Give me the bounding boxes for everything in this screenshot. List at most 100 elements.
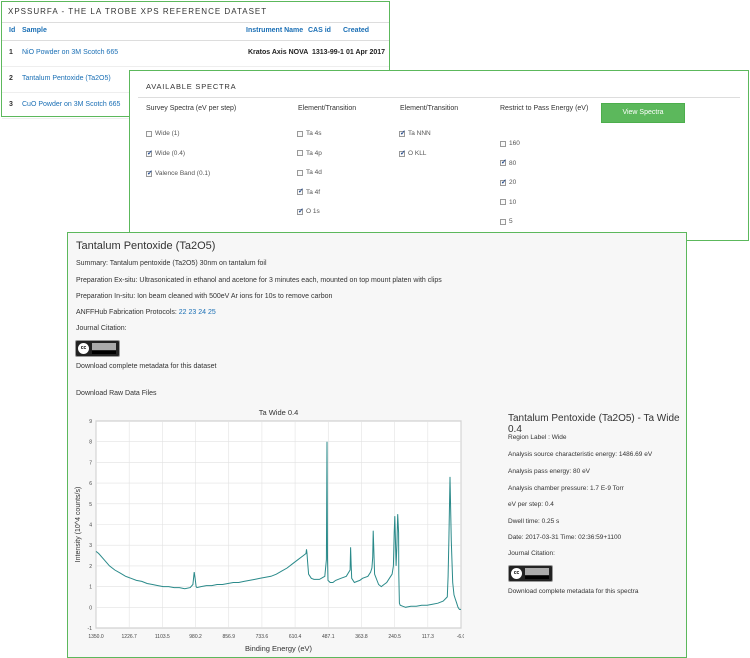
option-label: O KLL — [408, 150, 427, 157]
element-option[interactable]: O 1s — [297, 207, 320, 215]
pass-energy-option[interactable]: 10 — [500, 199, 516, 206]
protocol-link-25[interactable]: 25 — [208, 309, 216, 316]
y-tick-label: 5 — [89, 502, 92, 508]
prep-in-situ: Preparation In-situ: Ion beam cleaned wi… — [76, 293, 333, 300]
cc-icon: cc — [511, 568, 522, 579]
survey-option[interactable]: Valence Band (0.1) — [146, 169, 211, 177]
pass-energy-option[interactable]: 5 — [500, 218, 513, 225]
checkbox[interactable] — [297, 130, 303, 137]
element-option[interactable]: Ta 4f — [297, 187, 320, 196]
element-option[interactable]: Ta 4d — [297, 169, 322, 176]
cc-license-badge[interactable]: cc — [75, 340, 120, 357]
option-label: 20 — [509, 179, 517, 186]
option-label: Ta NNN — [408, 130, 431, 137]
option-label: 80 — [509, 159, 517, 167]
x-tick-label: 363.8 — [355, 634, 368, 640]
y-tick-label: 9 — [89, 419, 92, 425]
x-tick-label: 240.5 — [388, 634, 401, 640]
y-tick-label: 0 — [89, 605, 92, 611]
option-label: 160 — [509, 140, 520, 147]
option-label: Ta 4p — [306, 149, 322, 157]
element-option[interactable]: Ta 4s — [297, 130, 322, 137]
created-date: 01 Apr 2017 — [346, 49, 386, 56]
x-tick-label: 856.9 — [222, 634, 235, 640]
y-tick-label: 8 — [89, 440, 92, 446]
prep-ex-situ: Preparation Ex-situ: Ultrasonicated in e… — [76, 277, 442, 284]
col-id[interactable]: Id — [9, 27, 15, 34]
checkbox[interactable] — [500, 178, 507, 186]
element-option[interactable]: O KLL — [399, 149, 427, 157]
option-label: Ta 4d — [306, 169, 322, 176]
cc-icon: cc — [78, 343, 89, 354]
col-sample[interactable]: Sample — [22, 27, 47, 34]
spectrum-chart[interactable]: -1 0 1 2 3 4 5 6 7 8 9 1350.0 1226.7 1103.5 980.2 856.9… — [72, 409, 464, 657]
protocol-link-22[interactable]: 22 — [179, 309, 187, 316]
element-column-header-2: Element/Transition — [400, 105, 459, 112]
protocol-link-23[interactable]: 23 — [188, 309, 196, 316]
x-tick-label: 980.2 — [189, 634, 202, 640]
divider — [138, 97, 740, 98]
checkbox[interactable] — [146, 149, 153, 157]
option-label: Valence Band (0.1) — [155, 170, 211, 177]
option-label: O 1s — [306, 208, 320, 215]
download-metadata-link[interactable]: Download complete metadata for this data… — [76, 363, 216, 370]
pass-energy-option[interactable]: 20 — [500, 178, 517, 186]
checkbox[interactable] — [297, 207, 304, 215]
x-tick-label: -6.0 — [457, 634, 464, 640]
checkbox[interactable] — [500, 140, 506, 147]
sample-link[interactable]: CuO Powder on 3M Scotch 665 — [22, 101, 120, 108]
chart-title: Ta Wide 0.4 — [259, 409, 299, 417]
download-raw-link[interactable]: Download Raw Data Files — [76, 390, 157, 397]
checkbox[interactable] — [146, 169, 153, 177]
col-instrument[interactable]: Instrument Name — [246, 27, 303, 34]
pass-energy-option[interactable]: 160 — [500, 140, 520, 147]
table-header: Id Sample Instrument Name CAS id Created — [2, 23, 389, 41]
row-id: 2 — [9, 75, 13, 82]
journal-citation-label: Journal Citation: — [76, 325, 127, 332]
x-tick-label: 1226.7 — [122, 634, 138, 640]
checkbox[interactable] — [399, 129, 406, 137]
checkbox[interactable] — [146, 130, 152, 137]
survey-column-header: Survey Spectra (eV per step) — [146, 105, 237, 112]
checkbox[interactable] — [297, 169, 303, 176]
anff-protocols: ANFFHub Fabrication Protocols: 22 23 24 … — [76, 309, 216, 316]
view-spectra-button[interactable]: View Spectra — [601, 103, 685, 123]
checkbox[interactable] — [297, 187, 304, 195]
y-tick-label: 1 — [89, 585, 92, 591]
option-label: Wide (1) — [155, 130, 180, 137]
x-tick-label: 117.3 — [422, 634, 434, 640]
spectrum-title: Tantalum Pentoxide (Ta2O5) - Ta Wide 0.4 — [508, 413, 680, 435]
element-option[interactable]: Ta 4p — [297, 150, 322, 157]
pass-energy-option[interactable]: 80 — [500, 158, 517, 167]
element-column-header: Element/Transition — [298, 105, 357, 112]
cc-license-badge[interactable]: cc — [508, 565, 553, 582]
instrument-name: Kratos Axis NOVA — [248, 49, 309, 56]
source-energy: Analysis source characteristic energy: 1… — [508, 451, 653, 458]
checkbox[interactable] — [500, 218, 506, 225]
checkbox[interactable] — [399, 149, 406, 157]
checkbox[interactable] — [500, 199, 506, 205]
checkbox[interactable] — [297, 150, 303, 156]
sample-link[interactable]: NiO Powder on 3M Scotch 665 — [22, 49, 118, 56]
download-spectra-metadata-link[interactable]: Download complete metadata for this spec… — [508, 588, 638, 595]
row-id: 1 — [9, 49, 13, 56]
x-tick-label: 1350.0 — [88, 634, 104, 640]
anff-label: ANFFHub Fabrication Protocols: — [76, 309, 177, 316]
summary-text: Summary: Tantalum pentoxide (Ta2O5) 30nm… — [76, 260, 267, 267]
protocol-link-24[interactable]: 24 — [198, 309, 206, 316]
option-label: Ta 4s — [306, 130, 322, 137]
y-tick-label: 7 — [89, 460, 92, 466]
checkbox[interactable] — [500, 158, 507, 166]
x-tick-label: 733.6 — [256, 634, 269, 640]
col-created[interactable]: Created — [343, 27, 369, 34]
survey-option[interactable]: Wide (1) — [146, 130, 180, 137]
y-tick-label: -1 — [88, 626, 93, 632]
x-tick-label: 487.1 — [322, 634, 335, 640]
table-row[interactable]: 1 NiO Powder on 3M Scotch 665 Kratos Axi… — [2, 41, 389, 67]
sample-link[interactable]: Tantalum Pentoxide (Ta2O5) — [22, 75, 111, 82]
survey-option[interactable]: Wide (0.4) — [146, 149, 185, 157]
col-cas[interactable]: CAS id — [308, 27, 331, 34]
element-option[interactable]: Ta NNN — [399, 129, 431, 137]
available-spectra-panel: AVAILABLE SPECTRA Survey Spectra (eV per… — [129, 70, 749, 241]
dwell-time: Dwell time: 0.25 s — [508, 518, 560, 525]
